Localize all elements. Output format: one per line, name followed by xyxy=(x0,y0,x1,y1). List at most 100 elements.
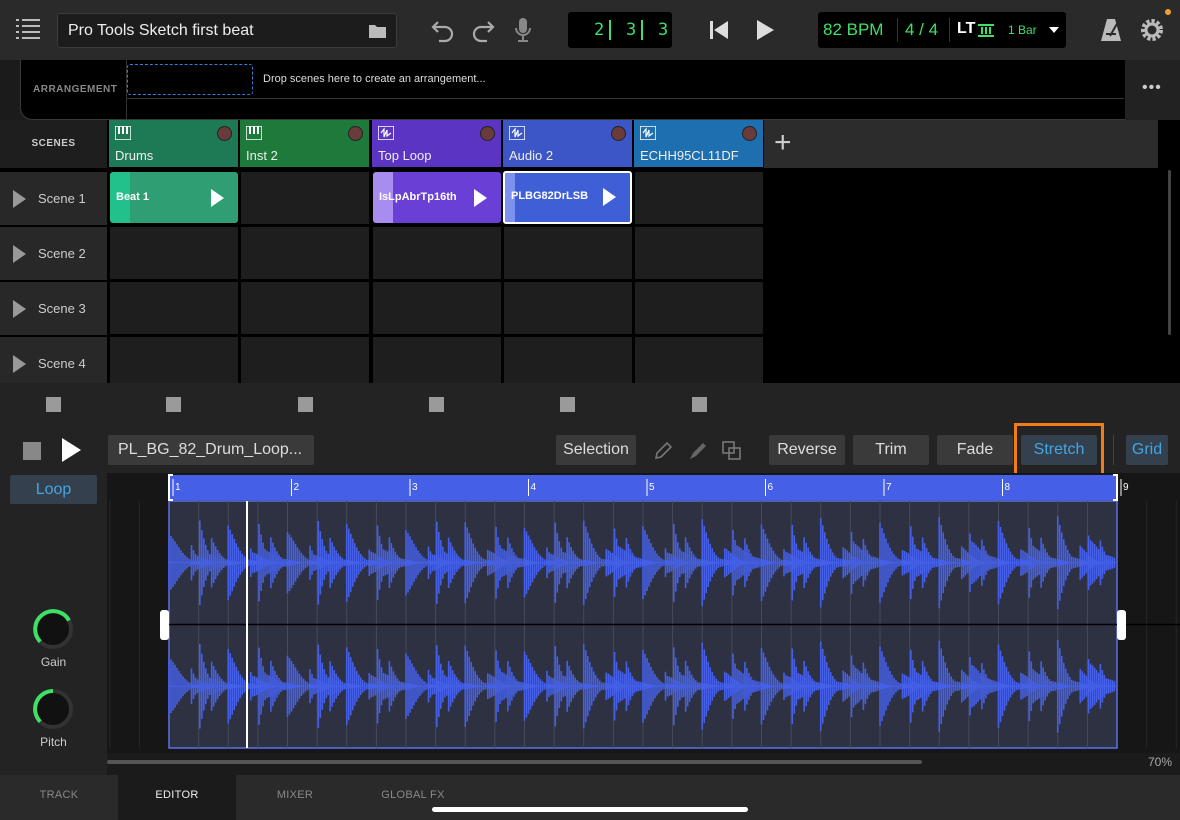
play-icon[interactable] xyxy=(603,188,616,206)
grid-button[interactable]: Grid xyxy=(1126,435,1168,465)
fade-button[interactable]: Fade xyxy=(937,435,1013,465)
clip-slot[interactable] xyxy=(241,337,369,383)
undo-icon[interactable] xyxy=(430,16,456,44)
lt-label[interactable]: LT xyxy=(957,20,975,38)
clip-slot[interactable] xyxy=(373,282,501,334)
redo-icon[interactable] xyxy=(470,16,496,44)
clip-name-field[interactable]: PL_BG_82_Drum_Loop... xyxy=(108,435,314,465)
clip-slot[interactable] xyxy=(110,282,238,334)
tab-global-fx[interactable]: GLOBAL FX xyxy=(354,775,472,820)
audio-waveform-icon xyxy=(378,126,394,140)
clip-slot[interactable] xyxy=(241,282,369,334)
clip-slot[interactable] xyxy=(373,227,501,279)
return-to-start-icon[interactable] xyxy=(707,16,733,44)
ruler-number: 4 xyxy=(530,482,537,493)
ruler-number: 1 xyxy=(175,482,181,493)
arrangement-drop-zone[interactable] xyxy=(127,64,253,95)
scene-launch-3[interactable]: Scene 3 xyxy=(0,282,107,335)
time-signature[interactable]: 4 / 4 xyxy=(905,20,938,40)
play-icon[interactable] xyxy=(211,189,224,207)
pencil-icon[interactable] xyxy=(652,440,674,462)
play-icon[interactable] xyxy=(752,16,778,44)
track-name: ECHH95CL11DF xyxy=(640,148,739,163)
count-in-length[interactable]: 1 Bar xyxy=(1008,23,1037,37)
clip-slot[interactable] xyxy=(635,337,763,383)
stop-track-icon[interactable] xyxy=(560,397,575,412)
track-header-echh95cl11df[interactable]: ECHH95CL11DF xyxy=(634,120,763,167)
stop-track-icon[interactable] xyxy=(429,397,444,412)
ruler-number: 2 xyxy=(293,482,300,493)
clip-slot[interactable] xyxy=(373,337,501,383)
list-menu-icon[interactable] xyxy=(16,18,40,40)
pitch-knob[interactable] xyxy=(31,687,75,731)
stop-all-icon[interactable] xyxy=(46,397,61,412)
clip-slot[interactable] xyxy=(110,227,238,279)
record-arm-button[interactable] xyxy=(742,126,757,141)
tempo-meter-display[interactable]: 82 BPM 4 / 4 LT 1 Bar xyxy=(818,12,1066,48)
stop-icon[interactable] xyxy=(23,442,41,460)
clip-islpabrtp16th[interactable]: IsLpAbrTp16th xyxy=(373,172,501,223)
record-arm-button[interactable] xyxy=(480,126,495,141)
scene-launch-2[interactable]: Scene 2 xyxy=(0,227,107,280)
scene-launch-4[interactable]: Scene 4 xyxy=(0,337,107,383)
add-track-button[interactable]: + xyxy=(764,120,1158,168)
clip-slot[interactable] xyxy=(635,282,763,334)
waveform-editor[interactable]: 1 2 3 4 5 6 7 8 9 xyxy=(107,473,1180,753)
reverse-button[interactable]: Reverse xyxy=(769,435,845,465)
clip-slot[interactable] xyxy=(504,282,632,334)
clip-slot[interactable] xyxy=(110,337,238,383)
clip-slot[interactable] xyxy=(635,227,763,279)
arrangement-lane: ARRANGEMENT Drop scenes here to create a… xyxy=(20,60,1125,120)
metronome-icon[interactable] xyxy=(1098,16,1124,44)
play-icon[interactable] xyxy=(474,189,487,207)
record-arm-button[interactable] xyxy=(611,126,626,141)
clip-beat-1[interactable]: Beat 1 xyxy=(110,172,238,223)
clip-slot[interactable] xyxy=(635,172,763,224)
waveform-canvas[interactable] xyxy=(107,473,1180,753)
scene-label: Scene 2 xyxy=(38,246,86,261)
more-options-button[interactable]: ••• xyxy=(1125,60,1180,120)
clip-plbg82drlsb[interactable]: PLBG82DrLSB xyxy=(503,171,632,224)
gain-knob[interactable] xyxy=(31,607,75,651)
clip-end-handle xyxy=(1117,610,1126,640)
scene-launch-1[interactable]: Scene 1 xyxy=(0,172,107,225)
clip-slot[interactable] xyxy=(241,227,369,279)
tab-track[interactable]: TRACK xyxy=(0,775,118,820)
record-arm-button[interactable] xyxy=(217,126,232,141)
stop-track-icon[interactable] xyxy=(166,397,181,412)
clip-slot[interactable] xyxy=(241,172,369,224)
selection-tool-button[interactable]: Selection xyxy=(556,435,636,465)
loop-toggle[interactable]: Loop xyxy=(10,475,97,504)
project-name-field[interactable]: Pro Tools Sketch first beat xyxy=(57,13,397,48)
clip-slot[interactable] xyxy=(504,337,632,383)
track-header-audio-2[interactable]: Audio 2 xyxy=(503,120,632,167)
track-header-top-loop[interactable]: Top Loop xyxy=(372,120,501,167)
scroll-thumb[interactable] xyxy=(107,760,922,764)
stop-track-icon[interactable] xyxy=(692,397,707,412)
folder-icon[interactable] xyxy=(369,24,386,38)
instrument-keys-icon xyxy=(115,126,131,140)
tab-editor[interactable]: EDITOR xyxy=(118,775,236,820)
position-counter[interactable]: 2 3 3 xyxy=(568,12,672,48)
record-arm-button[interactable] xyxy=(348,126,363,141)
clip-slot[interactable] xyxy=(504,227,632,279)
track-header-drums[interactable]: Drums xyxy=(109,120,238,167)
home-indicator[interactable] xyxy=(432,807,748,812)
settings-gear-icon[interactable] xyxy=(1139,16,1165,44)
tempo-value[interactable]: 82 BPM xyxy=(823,20,883,40)
pen-icon[interactable] xyxy=(687,440,709,462)
chevron-down-icon[interactable] xyxy=(1049,27,1059,33)
divider xyxy=(897,18,898,42)
editor-scrollbar[interactable]: 70% xyxy=(107,753,1180,775)
tab-mixer[interactable]: MIXER xyxy=(236,775,354,820)
track-header-inst-2[interactable]: Inst 2 xyxy=(240,120,369,167)
stop-track-icon[interactable] xyxy=(298,397,313,412)
editor-clip-properties: Loop Gain Pitch xyxy=(0,473,107,775)
duplicate-icon[interactable] xyxy=(721,440,743,462)
microphone-icon[interactable] xyxy=(510,16,536,44)
play-icon[interactable] xyxy=(62,438,81,462)
trim-button[interactable]: Trim xyxy=(853,435,929,465)
scenes-scrollbar[interactable] xyxy=(1168,170,1171,335)
project-name: Pro Tools Sketch first beat xyxy=(68,22,254,39)
scene-label: Scene 1 xyxy=(38,191,86,206)
